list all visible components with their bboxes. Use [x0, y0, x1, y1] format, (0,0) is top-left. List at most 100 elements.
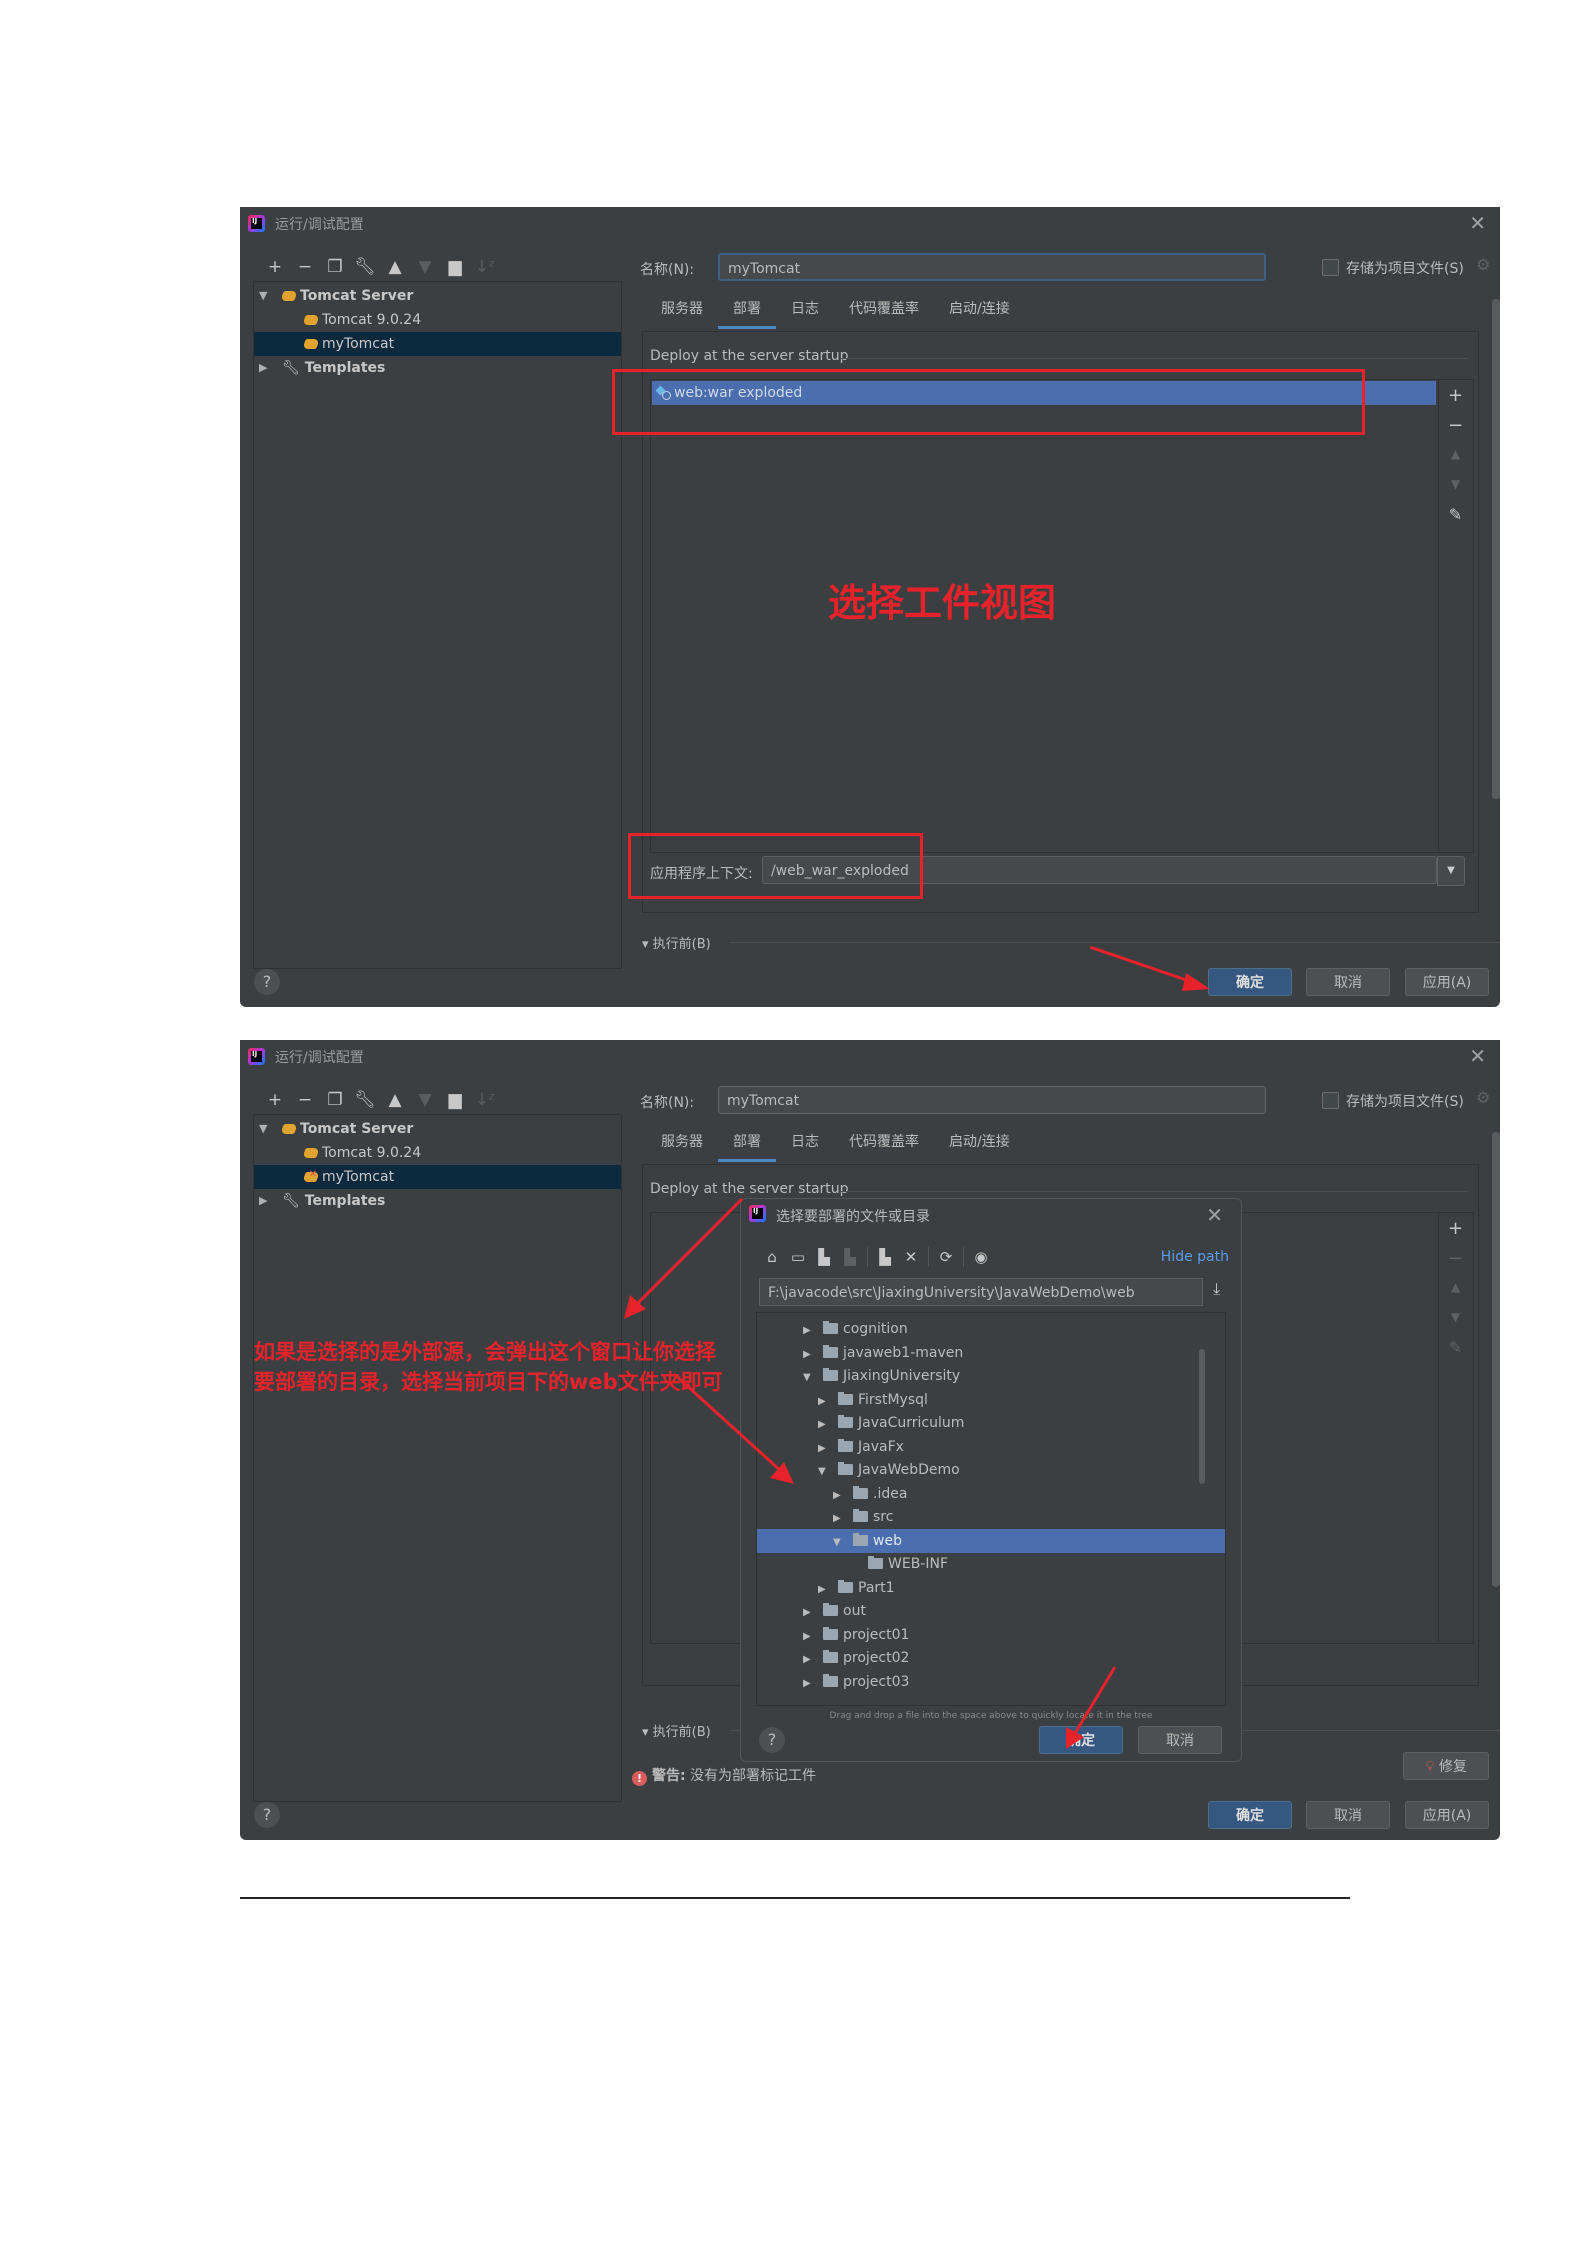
- new-folder-icon[interactable]: ▆: [440, 1090, 470, 1110]
- close-icon[interactable]: ✕: [1469, 211, 1486, 235]
- show-hidden-icon[interactable]: ◉: [968, 1248, 994, 1266]
- move-up-icon[interactable]: ▲: [380, 1090, 410, 1110]
- wrench-icon[interactable]: 🔧︎: [350, 257, 380, 277]
- help-button[interactable]: ?: [759, 1727, 785, 1753]
- name-input[interactable]: myTomcat: [718, 253, 1266, 281]
- ok-button[interactable]: 确定: [1208, 1801, 1292, 1829]
- tab-startup-connection[interactable]: 启动/连接: [934, 1122, 1025, 1162]
- tree-scrollbar[interactable]: [1199, 1349, 1205, 1484]
- delete-icon[interactable]: ✕: [898, 1248, 924, 1266]
- tree-item[interactable]: ▶ .idea: [757, 1482, 1225, 1506]
- collapse-arrow-icon[interactable]: ▶: [803, 1601, 817, 1625]
- tree-item[interactable]: ▶ JavaFx: [757, 1435, 1225, 1459]
- cancel-button[interactable]: 取消: [1306, 1801, 1390, 1829]
- collapse-arrow-icon[interactable]: ▶: [818, 1390, 832, 1414]
- add-icon[interactable]: +: [260, 1090, 290, 1110]
- home-icon[interactable]: ⌂: [759, 1248, 785, 1266]
- help-button[interactable]: ?: [254, 1802, 280, 1828]
- collapse-arrow-icon[interactable]: ▶: [803, 1625, 817, 1649]
- tab-server[interactable]: 服务器: [646, 289, 718, 329]
- add-artifact-icon[interactable]: +: [1439, 1218, 1472, 1239]
- expand-arrow-icon[interactable]: ▼: [259, 1117, 267, 1141]
- tree-item[interactable]: ▼ JiaxingUniversity: [757, 1364, 1225, 1388]
- move-down-icon[interactable]: ▼: [1439, 1310, 1472, 1324]
- tree-item[interactable]: ▶ javaweb1-maven: [757, 1341, 1225, 1365]
- tab-code-coverage[interactable]: 代码覆盖率: [834, 289, 934, 329]
- tree-item[interactable]: ▶ Part1: [757, 1576, 1225, 1600]
- help-button[interactable]: ?: [254, 969, 280, 995]
- collapse-arrow-icon[interactable]: ▶: [818, 1578, 832, 1602]
- project-folder-icon[interactable]: ▙: [811, 1248, 837, 1266]
- new-folder-icon[interactable]: ▆: [440, 257, 470, 277]
- scrollbar[interactable]: [1492, 1132, 1500, 1587]
- tree-item[interactable]: ▼ web: [757, 1528, 1225, 1553]
- collapse-arrow-icon[interactable]: ▶: [818, 1413, 832, 1437]
- tab-startup-connection[interactable]: 启动/连接: [934, 289, 1025, 329]
- collapse-arrow-icon[interactable]: ▶: [803, 1672, 817, 1696]
- gear-icon[interactable]: ⚙: [1476, 1088, 1490, 1107]
- chevron-down-icon[interactable]: ▼: [1437, 856, 1465, 886]
- before-launch-toggle[interactable]: ▾ 执行前(B): [642, 1721, 711, 1740]
- download-icon[interactable]: ⤓: [1213, 1279, 1220, 1299]
- tree-item[interactable]: ▶ src: [757, 1505, 1225, 1529]
- collapse-arrow-icon[interactable]: ▶: [818, 1437, 832, 1461]
- ok-button[interactable]: 确定: [1208, 968, 1292, 996]
- module-folder-icon[interactable]: ▙: [837, 1248, 863, 1266]
- move-up-icon[interactable]: ▲: [1439, 1280, 1472, 1294]
- add-icon[interactable]: +: [260, 257, 290, 277]
- remove-icon[interactable]: −: [290, 1090, 320, 1110]
- sort-icon[interactable]: ↓ᶻ: [470, 1090, 500, 1110]
- remove-artifact-icon[interactable]: −: [1439, 415, 1472, 436]
- wrench-icon[interactable]: 🔧︎: [350, 1090, 380, 1110]
- tab-logs[interactable]: 日志: [776, 1122, 834, 1162]
- collapse-arrow-icon[interactable]: ▶: [803, 1319, 817, 1343]
- expand-arrow-icon[interactable]: ▼: [803, 1366, 817, 1390]
- fix-button[interactable]: 💡︎ 修复: [1403, 1752, 1489, 1780]
- tab-code-coverage[interactable]: 代码覆盖率: [834, 1122, 934, 1162]
- collapse-arrow-icon[interactable]: ▶: [259, 1189, 267, 1213]
- collapse-arrow-icon[interactable]: ▶: [833, 1484, 847, 1508]
- add-artifact-icon[interactable]: +: [1439, 385, 1472, 406]
- tree-item[interactable]: ▶ project01: [757, 1623, 1225, 1647]
- tree-item-tomcat-9[interactable]: Tomcat 9.0.24: [254, 308, 621, 332]
- edit-pencil-icon[interactable]: ✎: [1439, 1338, 1472, 1357]
- refresh-icon[interactable]: ⟳: [933, 1248, 959, 1266]
- tab-deployment[interactable]: 部署: [718, 289, 776, 329]
- apply-button[interactable]: 应用(A): [1405, 968, 1489, 996]
- path-input[interactable]: F:\javacode\src\JiaxingUniversity\JavaWe…: [759, 1278, 1203, 1306]
- sort-icon[interactable]: ↓ᶻ: [470, 257, 500, 277]
- move-up-icon[interactable]: ▲: [1439, 447, 1472, 461]
- tree-item[interactable]: ▶ project03: [757, 1670, 1225, 1694]
- tree-item[interactable]: ▶ FirstMysql: [757, 1388, 1225, 1412]
- tree-item-templates[interactable]: ▶ 🔧︎ Templates: [254, 1189, 621, 1213]
- store-as-project-file-checkbox[interactable]: [1322, 259, 1339, 276]
- gear-icon[interactable]: ⚙: [1476, 255, 1490, 274]
- hide-path-link[interactable]: Hide path: [1161, 1249, 1229, 1265]
- close-icon[interactable]: ✕: [1206, 1203, 1223, 1227]
- tab-logs[interactable]: 日志: [776, 289, 834, 329]
- move-up-icon[interactable]: ▲: [380, 257, 410, 277]
- apply-button[interactable]: 应用(A): [1405, 1801, 1489, 1829]
- tree-item-tomcat-server[interactable]: ▼ Tomcat Server: [254, 1117, 621, 1141]
- tree-item[interactable]: ▶ cognition: [757, 1317, 1225, 1341]
- edit-pencil-icon[interactable]: ✎: [1439, 505, 1472, 524]
- copy-icon[interactable]: ❐: [320, 1090, 350, 1110]
- collapse-arrow-icon[interactable]: ▶: [803, 1343, 817, 1367]
- expand-arrow-icon[interactable]: ▼: [818, 1460, 832, 1484]
- remove-icon[interactable]: −: [290, 257, 320, 277]
- move-down-icon[interactable]: ▼: [410, 257, 440, 277]
- collapse-arrow-icon[interactable]: ▶: [803, 1648, 817, 1672]
- tab-server[interactable]: 服务器: [646, 1122, 718, 1162]
- remove-artifact-icon[interactable]: −: [1439, 1248, 1472, 1269]
- copy-icon[interactable]: ❐: [320, 257, 350, 277]
- collapse-arrow-icon[interactable]: ▶: [833, 1507, 847, 1531]
- tree-item-tomcat-9[interactable]: Tomcat 9.0.24: [254, 1141, 621, 1165]
- cancel-button[interactable]: 取消: [1138, 1726, 1222, 1754]
- move-down-icon[interactable]: ▼: [1439, 477, 1472, 491]
- application-context-input[interactable]: /web_war_exploded: [762, 856, 1437, 884]
- close-icon[interactable]: ✕: [1469, 1044, 1486, 1068]
- tree-item-mytomcat[interactable]: myTomcat: [254, 1165, 621, 1189]
- desktop-icon[interactable]: ▭: [785, 1248, 811, 1266]
- tree-item[interactable]: ▶ project02: [757, 1646, 1225, 1670]
- tree-item-mytomcat[interactable]: myTomcat: [254, 332, 621, 356]
